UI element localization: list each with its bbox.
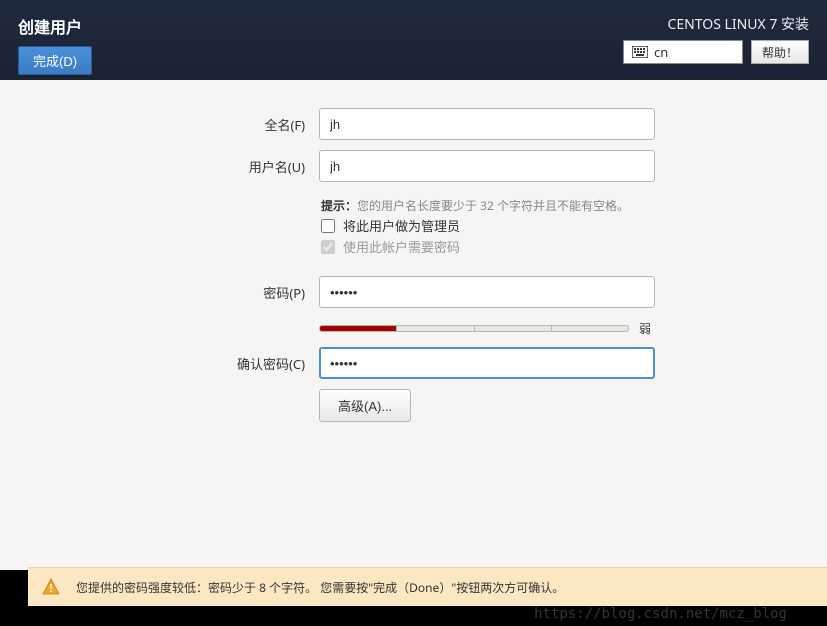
- warning-bar: 您提供的密码强度较低：密码少于 8 个字符。 您需要按"完成（Done）"按钮两…: [28, 567, 827, 606]
- password-row: 密码(P): [30, 276, 797, 308]
- username-input[interactable]: [319, 150, 655, 182]
- fullname-row: 全名(F): [30, 108, 797, 140]
- username-hint: 提示：您的用户名长度要少于 32 个字符并且不能有空格。: [321, 197, 797, 214]
- header-controls: cn 帮助！: [623, 40, 809, 64]
- strength-text: 弱: [639, 320, 651, 337]
- require-password-row: 使用此帐户需要密码: [321, 237, 797, 256]
- help-button[interactable]: 帮助！: [751, 40, 809, 64]
- password-input[interactable]: [319, 276, 655, 308]
- username-label: 用户名(U): [30, 157, 305, 176]
- confirm-label: 确认密码(C): [30, 354, 305, 373]
- admin-checkbox-row[interactable]: 将此用户做为管理员: [321, 216, 797, 235]
- hint-prefix: 提示：: [321, 197, 357, 214]
- fullname-label: 全名(F): [30, 115, 305, 134]
- confirm-password-input[interactable]: [319, 347, 655, 379]
- fullname-input[interactable]: [319, 108, 655, 140]
- header: 创建用户 完成(D) CENTOS LINUX 7 安装 cn 帮助！: [0, 0, 827, 80]
- strength-row-wrapper: 弱: [30, 318, 797, 337]
- keyboard-icon: [632, 46, 648, 58]
- advanced-row: 高级(A)...: [30, 389, 797, 422]
- create-user-form: 全名(F) 用户名(U) 提示：您的用户名长度要少于 32 个字符并且不能有空格…: [30, 108, 797, 422]
- admin-checkbox-label: 将此用户做为管理员: [343, 216, 460, 235]
- keyboard-layout-selector[interactable]: cn: [623, 40, 743, 64]
- hint-row: 提示：您的用户名长度要少于 32 个字符并且不能有空格。 将此用户做为管理员 使…: [30, 192, 797, 256]
- password-label: 密码(P): [30, 283, 305, 302]
- header-right: CENTOS LINUX 7 安装 cn 帮助！: [623, 10, 809, 80]
- admin-checkbox[interactable]: [321, 219, 335, 233]
- hint-text: 您的用户名长度要少于 32 个字符并且不能有空格。: [357, 197, 629, 214]
- strength-bar: [319, 325, 629, 332]
- confirm-row: 确认密码(C): [30, 347, 797, 379]
- warning-icon: [42, 578, 60, 596]
- warning-text: 您提供的密码强度较低：密码少于 8 个字符。 您需要按"完成（Done）"按钮两…: [76, 579, 564, 596]
- advanced-button[interactable]: 高级(A)...: [319, 389, 411, 422]
- main-content: 全名(F) 用户名(U) 提示：您的用户名长度要少于 32 个字符并且不能有空格…: [0, 80, 827, 570]
- password-strength: 弱: [319, 320, 797, 337]
- keyboard-layout-label: cn: [654, 43, 668, 61]
- installer-title: CENTOS LINUX 7 安装: [668, 14, 809, 34]
- done-button[interactable]: 完成(D): [18, 46, 92, 75]
- require-password-checkbox: [321, 240, 335, 254]
- watermark: https://blog.csdn.net/mcz_blog: [534, 606, 787, 622]
- require-password-label: 使用此帐户需要密码: [343, 237, 460, 256]
- page-title: 创建用户: [18, 14, 92, 38]
- header-left: 创建用户 完成(D): [18, 10, 92, 80]
- username-row: 用户名(U): [30, 150, 797, 182]
